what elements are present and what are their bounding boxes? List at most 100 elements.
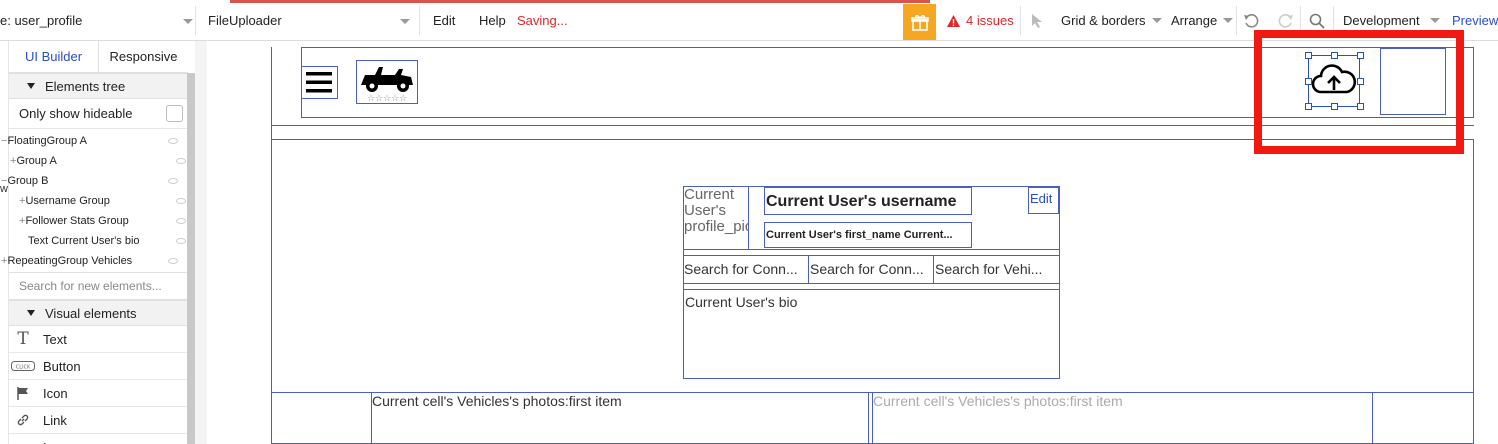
tree-item-label: Follower Stats Group <box>25 215 129 227</box>
page-selector[interactable]: e: user_profile <box>0 0 195 41</box>
first-name-text[interactable]: Current User's first_name Current... <box>764 222 972 248</box>
search-connections-input-1[interactable]: Search for Conn... <box>683 256 809 283</box>
bio-label: Current User's bio <box>685 294 798 310</box>
tree-item-repeatinggroup-vehicles[interactable]: + RepeatingGroup Vehicles <box>1 251 180 271</box>
tree-item-follower-stats-group[interactable]: + Follower Stats Group <box>9 211 188 231</box>
button-icon: CLICK <box>11 361 35 371</box>
text-t-icon: T <box>17 329 29 349</box>
highlight-box <box>1254 30 1464 154</box>
bio-text[interactable]: Current User's bio <box>683 289 1060 379</box>
cursor-icon <box>1032 13 1042 28</box>
edit-profile-link[interactable]: Edit <box>1028 187 1059 214</box>
visual-item-image[interactable]: I <box>9 434 188 444</box>
builder-panel: UI Builder Responsive Elements tree Only… <box>1 41 188 444</box>
grid-borders-menu[interactable]: Grid & borders <box>1061 0 1162 41</box>
svg-text:☆☆☆☆☆: ☆☆☆☆☆ <box>367 94 407 103</box>
visual-item-label: Icon <box>43 385 68 401</box>
edit-link-label: Edit <box>1030 191 1053 206</box>
search-connections-input-2[interactable]: Search for Conn... <box>809 256 934 283</box>
visual-item-label: I <box>43 440 47 444</box>
elements-tree-title: Elements tree <box>45 78 126 94</box>
eye-icon[interactable] <box>168 258 178 264</box>
toolbar-divider <box>195 6 196 35</box>
visual-item-text[interactable]: T Text <box>9 326 188 353</box>
tree-item-floatinggroup-a[interactable]: − FloatingGroup A <box>1 131 180 151</box>
visual-elements-header[interactable]: Visual elements <box>9 300 188 326</box>
search-icon <box>1309 13 1325 29</box>
collapse-triangle-icon <box>27 83 35 89</box>
visual-item-label: Link <box>43 412 67 428</box>
only-show-hideable-checkbox[interactable] <box>166 105 183 122</box>
eye-icon[interactable] <box>168 178 178 184</box>
tree-item-label: Group B <box>7 175 49 187</box>
tab-ui-builder[interactable]: UI Builder <box>9 41 99 72</box>
flag-icon <box>11 386 35 400</box>
saving-status: Saving... <box>517 13 568 28</box>
tree-item-username-group[interactable]: + Username Group <box>9 191 188 211</box>
tree-item-text-bio[interactable]: Text Current User's bio <box>9 231 188 251</box>
chevron-down-icon <box>1223 18 1234 23</box>
search-connections-placeholder: Search for Conn... <box>684 261 798 277</box>
collapse-triangle-icon <box>27 310 35 316</box>
only-show-hideable-label: Only show hideable <box>19 106 133 121</box>
warning-icon <box>947 14 960 27</box>
only-show-hideable-row: Only show hideable <box>9 99 188 129</box>
element-selector[interactable]: FileUploader <box>208 0 418 41</box>
undo-icon <box>1244 13 1259 28</box>
chevron-down-icon <box>400 19 410 24</box>
tree-item-label: FloatingGroup A <box>7 135 87 147</box>
gift-button[interactable] <box>903 4 936 40</box>
chevron-down-icon <box>1151 18 1162 23</box>
first-name-label: Current User's first_name Current... <box>766 229 953 241</box>
tab-responsive[interactable]: Responsive <box>99 41 188 72</box>
search-vehicles-input[interactable]: Search for Vehi... <box>934 256 1059 283</box>
search-new-elements-input[interactable]: Search for new elements... <box>9 272 188 300</box>
tree-item-group-a[interactable]: + Group A <box>9 151 188 171</box>
tree-item-label: Group A <box>16 155 57 167</box>
element-name: FileUploader <box>208 13 282 28</box>
username-label: Current User's username <box>766 193 957 210</box>
eye-icon[interactable] <box>176 218 186 224</box>
eye-icon[interactable] <box>176 158 186 164</box>
redo-icon <box>1278 13 1293 28</box>
eye-icon[interactable] <box>176 198 186 204</box>
arrange-label: Arrange <box>1171 13 1218 28</box>
chevron-down-icon <box>183 19 193 24</box>
search-vehicles-placeholder: Search for Vehi... <box>935 261 1043 277</box>
visual-item-button[interactable]: CLICK Button <box>9 353 188 380</box>
eye-icon[interactable] <box>168 138 178 144</box>
edit-menu[interactable]: Edit <box>433 0 455 41</box>
vehicle-cell[interactable]: Current cell's Vehicles's photos:first i… <box>371 392 869 444</box>
toolbar-divider <box>1236 6 1237 35</box>
inspect-pointer[interactable] <box>1030 0 1044 41</box>
issues-button[interactable]: 4 issues <box>947 0 1014 41</box>
vehicle-photo-text: Current cell's Vehicles's photos:first i… <box>873 393 1123 409</box>
panel-tabs: UI Builder Responsive <box>9 41 188 73</box>
grid-borders-label: Grid & borders <box>1061 13 1146 28</box>
visual-item-label: Text <box>43 331 67 347</box>
arrange-menu[interactable]: Arrange <box>1171 0 1234 41</box>
jeep-logo-icon: ☆☆☆☆☆ <box>361 67 413 104</box>
issues-count: 4 issues <box>966 13 1014 28</box>
left-panel: w UI Builder Responsive Elements tree On… <box>0 41 195 444</box>
chevron-down-icon <box>1429 18 1440 23</box>
elements-tree-header[interactable]: Elements tree <box>9 73 188 99</box>
left-panel-scrollbar[interactable] <box>187 73 195 444</box>
username-text[interactable]: Current User's username <box>764 187 972 215</box>
gift-icon <box>910 15 929 31</box>
visual-item-label: Button <box>43 358 81 374</box>
help-menu[interactable]: Help <box>479 0 506 41</box>
svg-text:CLICK: CLICK <box>16 365 31 371</box>
visual-item-icon[interactable]: Icon <box>9 380 188 407</box>
hamburger-menu-button[interactable] <box>301 66 338 99</box>
hamburger-icon <box>306 72 332 93</box>
page-name: e: user_profile <box>0 13 83 28</box>
visual-elements-title: Visual elements <box>45 305 137 321</box>
page-left-edge <box>271 47 272 444</box>
logo-image[interactable]: ☆☆☆☆☆ <box>356 60 418 104</box>
environment-label: Development <box>1343 13 1420 28</box>
tree-item-group-b[interactable]: − Group B <box>1 171 180 191</box>
eye-icon[interactable] <box>176 238 186 244</box>
vehicle-cell[interactable]: Current cell's Vehicles's photos:first i… <box>872 392 1373 444</box>
visual-item-link[interactable]: Link <box>9 407 188 434</box>
